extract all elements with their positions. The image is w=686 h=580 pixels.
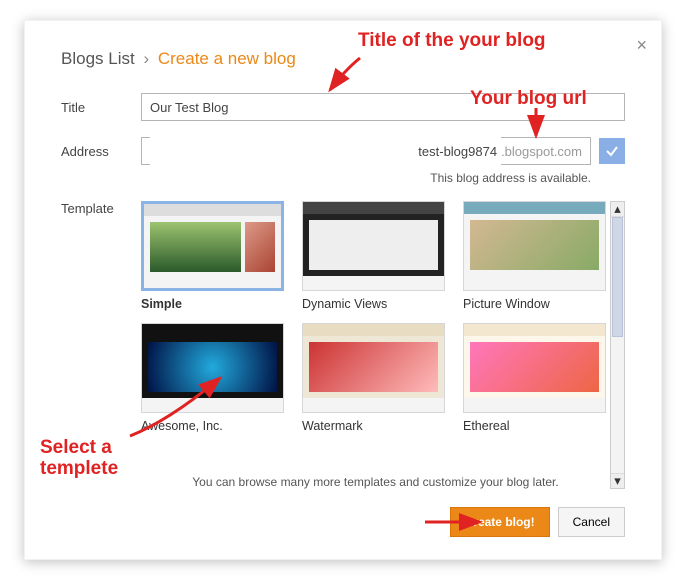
template-thumb (463, 201, 606, 291)
template-caption: Ethereal (463, 419, 606, 433)
title-input[interactable] (141, 93, 625, 121)
scroll-down-icon[interactable]: ▾ (611, 473, 624, 488)
template-option[interactable]: Ethereal (463, 323, 606, 433)
address-field-wrap: .blogspot.com (141, 137, 591, 165)
template-caption: Dynamic Views (302, 297, 445, 311)
template-area: Simple Dynamic Views Picture Window Awesome… (141, 201, 625, 489)
address-input[interactable] (150, 137, 501, 165)
template-thumb (463, 323, 606, 413)
template-thumb (141, 323, 284, 413)
scroll-track[interactable] (611, 217, 624, 473)
close-icon[interactable]: × (636, 35, 647, 56)
breadcrumb-root[interactable]: Blogs List (61, 49, 135, 68)
check-icon (599, 138, 625, 164)
address-status: This blog address is available. (61, 171, 625, 185)
template-scroll: Simple Dynamic Views Picture Window Awesome… (141, 201, 610, 461)
create-blog-button[interactable]: Create blog! (450, 507, 550, 537)
breadcrumb: Blogs List › Create a new blog (61, 45, 625, 77)
breadcrumb-current: Create a new blog (158, 49, 296, 68)
template-row: Template Simple Dynamic Views Picture Wind… (61, 201, 625, 489)
template-option[interactable]: Simple (141, 201, 284, 311)
create-blog-dialog: × Blogs List › Create a new blog Title A… (24, 20, 662, 560)
template-caption: Picture Window (463, 297, 606, 311)
scroll-thumb[interactable] (612, 217, 623, 337)
template-thumb (141, 201, 284, 291)
title-row: Title (61, 93, 625, 121)
template-label: Template (61, 201, 141, 489)
template-option[interactable]: Watermark (302, 323, 445, 433)
template-option[interactable]: Dynamic Views (302, 201, 445, 311)
address-suffix: .blogspot.com (501, 144, 582, 159)
template-option[interactable]: Awesome, Inc. (141, 323, 284, 433)
template-option[interactable]: Picture Window (463, 201, 606, 311)
address-label: Address (61, 144, 141, 159)
breadcrumb-sep: › (143, 49, 149, 68)
dialog-buttons: Create blog! Cancel (61, 507, 625, 537)
scroll-up-icon[interactable]: ▴ (611, 202, 624, 217)
template-caption: Simple (141, 297, 284, 311)
browse-note: You can browse many more templates and c… (141, 475, 610, 489)
template-caption: Watermark (302, 419, 445, 433)
template-thumb (302, 323, 445, 413)
scrollbar[interactable]: ▴ ▾ (610, 201, 625, 489)
template-thumb (302, 201, 445, 291)
address-row: Address .blogspot.com (61, 137, 625, 165)
title-label: Title (61, 100, 141, 115)
cancel-button[interactable]: Cancel (558, 507, 625, 537)
template-caption: Awesome, Inc. (141, 419, 284, 433)
